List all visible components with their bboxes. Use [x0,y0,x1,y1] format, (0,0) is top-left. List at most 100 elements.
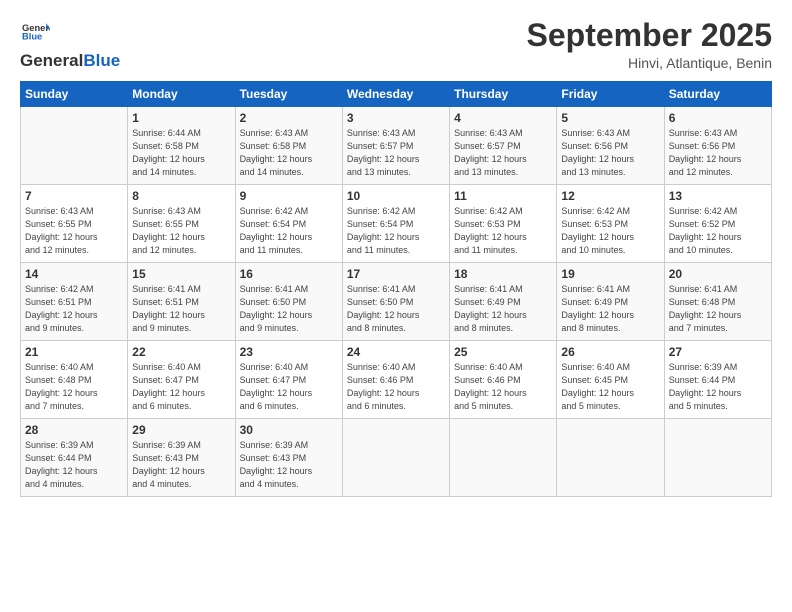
day-number: 10 [347,189,445,203]
logo-icon: General Blue [22,18,50,46]
week-row-1: 1 Sunrise: 6:44 AM Sunset: 6:58 PM Daylig… [21,107,772,185]
calendar-cell: 16 Sunrise: 6:41 AM Sunset: 6:50 PM Dayli… [235,263,342,341]
calendar-cell: 12 Sunrise: 6:42 AM Sunset: 6:53 PM Dayli… [557,185,664,263]
calendar-cell: 22 Sunrise: 6:40 AM Sunset: 6:47 PM Dayli… [128,341,235,419]
day-number: 4 [454,111,552,125]
day-info: Sunrise: 6:42 AM Sunset: 6:54 PM Dayligh… [240,205,338,257]
day-number: 6 [669,111,767,125]
location: Hinvi, Atlantique, Benin [527,55,772,71]
logo: General Blue General Blue [20,18,120,71]
day-number: 18 [454,267,552,281]
calendar-cell: 13 Sunrise: 6:42 AM Sunset: 6:52 PM Dayli… [664,185,771,263]
header: General Blue General Blue September 2025… [20,18,772,71]
day-info: Sunrise: 6:39 AM Sunset: 6:43 PM Dayligh… [240,439,338,491]
day-info: Sunrise: 6:43 AM Sunset: 6:57 PM Dayligh… [454,127,552,179]
day-number: 20 [669,267,767,281]
calendar-cell: 26Sunrise: 6:40 AM Sunset: 6:45 PM Dayli… [557,341,664,419]
week-row-4: 21 Sunrise: 6:40 AM Sunset: 6:48 PM Dayli… [21,341,772,419]
col-header-sunday: Sunday [21,82,128,107]
week-row-5: 28 Sunrise: 6:39 AM Sunset: 6:44 PM Dayli… [21,419,772,497]
col-header-wednesday: Wednesday [342,82,449,107]
calendar-cell [450,419,557,497]
day-number: 12 [561,189,659,203]
calendar-cell: 25 Sunrise: 6:40 AM Sunset: 6:46 PM Dayli… [450,341,557,419]
calendar-cell: 5 Sunrise: 6:43 AM Sunset: 6:56 PM Daylig… [557,107,664,185]
week-row-3: 14Sunrise: 6:42 AM Sunset: 6:51 PM Dayli… [21,263,772,341]
day-number: 25 [454,345,552,359]
day-number: 5 [561,111,659,125]
calendar-cell [557,419,664,497]
col-header-tuesday: Tuesday [235,82,342,107]
col-header-saturday: Saturday [664,82,771,107]
day-number: 13 [669,189,767,203]
day-number: 14 [25,267,123,281]
logo-blue: Blue [83,51,120,71]
calendar-cell: 10 Sunrise: 6:42 AM Sunset: 6:54 PM Dayli… [342,185,449,263]
day-number: 7 [25,189,123,203]
day-number: 29 [132,423,230,437]
day-number: 2 [240,111,338,125]
day-info: Sunrise: 6:41 AM Sunset: 6:49 PM Dayligh… [561,283,659,335]
day-number: 22 [132,345,230,359]
day-info: Sunrise: 6:43 AM Sunset: 6:58 PM Dayligh… [240,127,338,179]
col-header-thursday: Thursday [450,82,557,107]
title-block: September 2025 Hinvi, Atlantique, Benin [527,18,772,71]
day-info: Sunrise: 6:40 AM Sunset: 6:47 PM Dayligh… [132,361,230,413]
day-info: Sunrise: 6:41 AM Sunset: 6:51 PM Dayligh… [132,283,230,335]
day-number: 23 [240,345,338,359]
day-info: Sunrise: 6:40 AM Sunset: 6:48 PM Dayligh… [25,361,123,413]
calendar-cell: 15Sunrise: 6:41 AM Sunset: 6:51 PM Dayli… [128,263,235,341]
day-info: Sunrise: 6:43 AM Sunset: 6:56 PM Dayligh… [669,127,767,179]
day-number: 3 [347,111,445,125]
header-row: SundayMondayTuesdayWednesdayThursdayFrid… [21,82,772,107]
day-number: 16 [240,267,338,281]
svg-text:Blue: Blue [22,31,42,41]
day-info: Sunrise: 6:39 AM Sunset: 6:44 PM Dayligh… [25,439,123,491]
calendar-cell: 27 Sunrise: 6:39 AM Sunset: 6:44 PM Dayli… [664,341,771,419]
day-number: 11 [454,189,552,203]
calendar-cell: 18 Sunrise: 6:41 AM Sunset: 6:49 PM Dayli… [450,263,557,341]
day-info: Sunrise: 6:42 AM Sunset: 6:52 PM Dayligh… [669,205,767,257]
day-info: Sunrise: 6:39 AM Sunset: 6:43 PM Dayligh… [132,439,230,491]
day-number: 1 [132,111,230,125]
calendar-cell: 28 Sunrise: 6:39 AM Sunset: 6:44 PM Dayli… [21,419,128,497]
day-info: Sunrise: 6:40 AM Sunset: 6:46 PM Dayligh… [454,361,552,413]
calendar-cell: 14Sunrise: 6:42 AM Sunset: 6:51 PM Dayli… [21,263,128,341]
calendar-cell: 23Sunrise: 6:40 AM Sunset: 6:47 PM Dayli… [235,341,342,419]
calendar-cell: 9 Sunrise: 6:42 AM Sunset: 6:54 PM Daylig… [235,185,342,263]
day-info: Sunrise: 6:41 AM Sunset: 6:49 PM Dayligh… [454,283,552,335]
day-info: Sunrise: 6:41 AM Sunset: 6:50 PM Dayligh… [347,283,445,335]
day-number: 21 [25,345,123,359]
day-number: 19 [561,267,659,281]
day-info: Sunrise: 6:41 AM Sunset: 6:48 PM Dayligh… [669,283,767,335]
calendar-cell: 4 Sunrise: 6:43 AM Sunset: 6:57 PM Daylig… [450,107,557,185]
day-info: Sunrise: 6:44 AM Sunset: 6:58 PM Dayligh… [132,127,230,179]
day-info: Sunrise: 6:41 AM Sunset: 6:50 PM Dayligh… [240,283,338,335]
day-info: Sunrise: 6:43 AM Sunset: 6:55 PM Dayligh… [25,205,123,257]
calendar-cell [664,419,771,497]
day-info: Sunrise: 6:42 AM Sunset: 6:53 PM Dayligh… [561,205,659,257]
day-number: 9 [240,189,338,203]
calendar-cell: 21 Sunrise: 6:40 AM Sunset: 6:48 PM Dayli… [21,341,128,419]
calendar-cell: 2 Sunrise: 6:43 AM Sunset: 6:58 PM Daylig… [235,107,342,185]
day-number: 30 [240,423,338,437]
day-info: Sunrise: 6:39 AM Sunset: 6:44 PM Dayligh… [669,361,767,413]
page: General Blue General Blue September 2025… [0,0,792,612]
day-number: 17 [347,267,445,281]
day-number: 27 [669,345,767,359]
calendar-cell: 24Sunrise: 6:40 AM Sunset: 6:46 PM Dayli… [342,341,449,419]
day-info: Sunrise: 6:40 AM Sunset: 6:45 PM Dayligh… [561,361,659,413]
calendar-cell: 1 Sunrise: 6:44 AM Sunset: 6:58 PM Daylig… [128,107,235,185]
day-info: Sunrise: 6:42 AM Sunset: 6:54 PM Dayligh… [347,205,445,257]
day-number: 8 [132,189,230,203]
calendar-cell: 11 Sunrise: 6:42 AM Sunset: 6:53 PM Dayli… [450,185,557,263]
day-info: Sunrise: 6:43 AM Sunset: 6:56 PM Dayligh… [561,127,659,179]
calendar-table: SundayMondayTuesdayWednesdayThursdayFrid… [20,81,772,497]
day-number: 28 [25,423,123,437]
week-row-2: 7 Sunrise: 6:43 AM Sunset: 6:55 PM Daylig… [21,185,772,263]
calendar-cell: 8Sunrise: 6:43 AM Sunset: 6:55 PM Daylig… [128,185,235,263]
calendar-cell: 29 Sunrise: 6:39 AM Sunset: 6:43 PM Dayli… [128,419,235,497]
day-info: Sunrise: 6:42 AM Sunset: 6:53 PM Dayligh… [454,205,552,257]
day-number: 24 [347,345,445,359]
calendar-cell: 19 Sunrise: 6:41 AM Sunset: 6:49 PM Dayli… [557,263,664,341]
